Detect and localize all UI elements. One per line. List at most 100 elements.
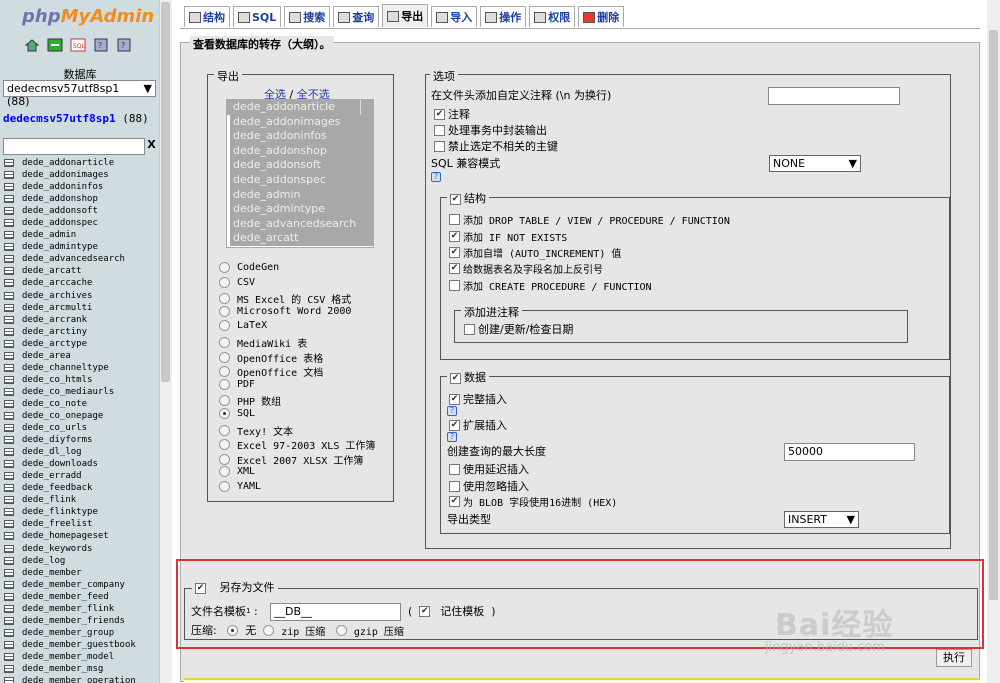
table-icon[interactable] <box>4 496 14 505</box>
format-option[interactable]: YAML <box>219 481 261 492</box>
table-icon[interactable] <box>4 677 14 683</box>
table-icon[interactable] <box>4 315 14 324</box>
format-radio[interactable] <box>219 351 230 363</box>
sidebar-table-item[interactable]: dede_member_operation <box>4 675 136 683</box>
table-icon[interactable] <box>4 339 14 348</box>
table-icon[interactable] <box>4 363 14 372</box>
sidebar-table-name[interactable]: dede_addonshop <box>22 193 98 205</box>
sidebar-table-item[interactable]: dede_advancedsearch <box>4 253 136 265</box>
sidebar-table-item[interactable]: dede_addonarticle <box>4 157 136 169</box>
hex-option[interactable]: 为 BLOB 字段使用16进制 (HEX) <box>449 494 617 509</box>
comments-option[interactable]: 注释 <box>434 106 470 122</box>
format-radio[interactable] <box>219 481 230 492</box>
comments-checkbox[interactable] <box>434 108 445 120</box>
sql-query-icon[interactable]: SQL <box>70 38 86 52</box>
table-icon[interactable] <box>4 652 14 661</box>
sidebar-table-name[interactable]: dede_addonspec <box>22 217 98 229</box>
auto-increment-option[interactable]: 添加自增 (AUTO_INCREMENT) 值 <box>449 245 621 260</box>
export-table-option[interactable]: dede_admin <box>230 187 373 203</box>
table-icon[interactable] <box>4 183 14 192</box>
complete-insert-checkbox[interactable] <box>449 393 460 405</box>
sidebar-table-name[interactable]: dede_diyforms <box>22 434 92 446</box>
sidebar-table-item[interactable]: dede_member_msg <box>4 663 136 675</box>
format-radio[interactable] <box>219 276 230 288</box>
auto-increment-checkbox[interactable] <box>449 247 460 258</box>
table-icon[interactable] <box>4 448 14 457</box>
format-radio[interactable] <box>219 439 230 451</box>
format-radio[interactable] <box>219 408 230 419</box>
delayed-option[interactable]: 使用延迟插入 <box>449 461 529 477</box>
sidebar-table-item[interactable]: dede_addonimages <box>4 169 136 181</box>
structure-checkbox[interactable] <box>450 193 461 205</box>
sidebar-table-name[interactable]: dede_member_flink <box>22 603 114 615</box>
sidebar-table-name[interactable]: dede_co_note <box>22 398 87 410</box>
sidebar-table-name[interactable]: dede_co_htmls <box>22 374 92 386</box>
tab-structure[interactable]: 结构 <box>184 6 230 27</box>
table-icon[interactable] <box>4 171 14 180</box>
sidebar-table-item[interactable]: dede_member_guestbook <box>4 639 136 651</box>
tab-drop[interactable]: 删除 <box>578 6 625 27</box>
sidebar-table-name[interactable]: dede_admintype <box>22 241 98 253</box>
dates-checkbox[interactable] <box>464 323 475 335</box>
table-icon[interactable] <box>4 460 14 469</box>
sidebar-table-item[interactable]: dede_freelist <box>4 518 136 530</box>
table-icon[interactable] <box>4 399 14 408</box>
phpmyadmin-logo[interactable]: phpMyAdmin <box>22 6 154 27</box>
drop-table-option[interactable]: 添加 DROP TABLE / VIEW / PROCEDURE / FUNCT… <box>449 212 730 227</box>
export-table-option[interactable]: dede_admintype <box>230 202 373 217</box>
sidebar-table-item[interactable]: dede_member_model <box>4 651 136 663</box>
if-not-exists-option[interactable]: 添加 IF NOT EXISTS <box>449 229 567 244</box>
table-filter-input[interactable] <box>3 138 145 155</box>
current-database[interactable]: dedecmsv57utf8sp1 (88) <box>3 112 149 125</box>
sidebar-table-name[interactable]: dede_arctype <box>22 338 87 350</box>
help-icon[interactable]: ? <box>447 406 457 416</box>
tab-sql[interactable]: SQL <box>233 6 282 27</box>
format-radio[interactable] <box>219 453 230 465</box>
table-icon[interactable] <box>4 207 14 216</box>
help-icon[interactable]: ? <box>431 172 441 182</box>
database-select[interactable]: dedecmsv57utf8sp1 (88) ▼ <box>3 80 156 108</box>
sidebar-table-item[interactable]: dede_dl_log <box>4 446 136 458</box>
table-icon[interactable] <box>4 556 14 565</box>
table-icon[interactable] <box>4 412 14 420</box>
format-option[interactable]: CodeGen <box>219 262 279 273</box>
sidebar-table-item[interactable]: dede_arcatt <box>4 265 136 277</box>
sidebar-table-item[interactable]: dede_addonsoft <box>4 205 136 217</box>
table-icon[interactable] <box>4 508 14 517</box>
table-icon[interactable] <box>4 243 14 252</box>
sidebar-table-name[interactable]: dede_addonimages <box>22 169 109 181</box>
tab-privileges[interactable]: 权限 <box>529 6 576 27</box>
sidebar-table-item[interactable]: dede_keywords <box>4 543 136 555</box>
table-icon[interactable] <box>4 267 14 276</box>
extended-insert-checkbox[interactable] <box>449 419 460 431</box>
sidebar-table-name[interactable]: dede_member <box>22 567 82 579</box>
sidebar-table-item[interactable]: dede_member_friends <box>4 615 136 627</box>
sidebar-table-item[interactable]: dede_member_flink <box>4 603 136 615</box>
create-procedure-option[interactable]: 添加 CREATE PROCEDURE / FUNCTION <box>449 278 652 293</box>
delayed-checkbox[interactable] <box>449 463 460 475</box>
go-button[interactable]: 执行 <box>936 649 972 667</box>
sidebar-table-name[interactable]: dede_dl_log <box>22 446 82 458</box>
header-comment-input[interactable] <box>768 87 900 105</box>
format-option[interactable]: Excel 97-2003 XLS 工作簿 <box>219 437 375 452</box>
sidebar-table-name[interactable]: dede_arctiny <box>22 326 87 338</box>
table-icon[interactable] <box>4 604 14 613</box>
dates-option[interactable]: 创建/更新/检查日期 <box>464 321 573 337</box>
sidebar-table-item[interactable]: dede_flinktype <box>4 506 136 518</box>
sidebar-table-name[interactable]: dede_channeltype <box>22 362 109 374</box>
format-radio[interactable] <box>219 466 230 478</box>
format-option[interactable]: CSV <box>219 276 255 288</box>
format-radio[interactable] <box>219 378 230 390</box>
format-option[interactable]: MediaWiki 表 <box>219 335 307 350</box>
sql-compat-select[interactable]: NONE ▼ <box>769 155 861 172</box>
sidebar-table-name[interactable]: dede_arcatt <box>22 265 82 277</box>
sidebar-table-name[interactable]: dede_co_onepage <box>22 410 103 422</box>
export-table-option[interactable]: dede_addonarticle <box>230 100 373 115</box>
export-table-option[interactable]: dede_addonimages <box>230 114 373 130</box>
format-radio[interactable] <box>219 395 230 407</box>
sidebar-table-name[interactable]: dede_archives <box>22 290 92 302</box>
data-legend[interactable]: 数据 <box>447 369 489 385</box>
table-icon[interactable] <box>4 219 14 228</box>
create-procedure-checkbox[interactable] <box>449 280 460 291</box>
format-option[interactable]: OpenOffice 表格 <box>219 350 323 365</box>
